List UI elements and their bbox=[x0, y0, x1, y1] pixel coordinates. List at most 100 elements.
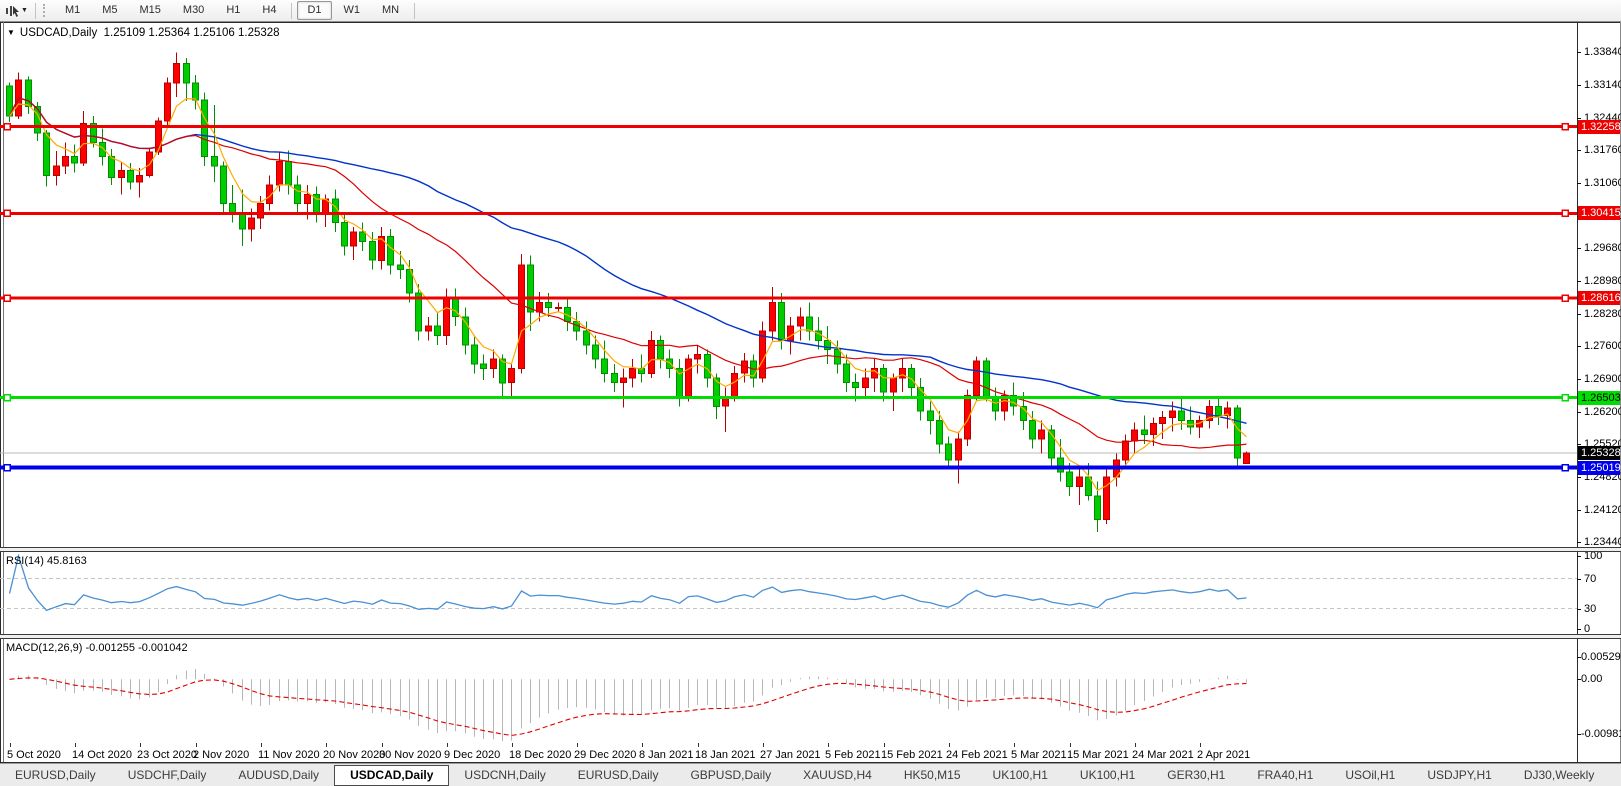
candle-body bbox=[239, 212, 246, 230]
timeframe-button-M30[interactable]: M30 bbox=[173, 1, 214, 20]
candle-body bbox=[601, 358, 608, 374]
panel-splitter[interactable] bbox=[0, 634, 1621, 639]
ohlc-open: 1.25109 bbox=[103, 27, 146, 39]
tab-item-GER30,H1[interactable]: GER30,H1 bbox=[1152, 765, 1240, 786]
tab-item-UK100,H1[interactable]: UK100,H1 bbox=[978, 765, 1063, 786]
tab-item-EURUSD,Daily[interactable]: EURUSD,Daily bbox=[0, 765, 111, 786]
level-handle[interactable] bbox=[1561, 393, 1569, 402]
date-axis-label: 24 Feb 2021 bbox=[946, 749, 1008, 761]
candle-body bbox=[1169, 410, 1176, 419]
date-axis-tick bbox=[196, 743, 197, 747]
candle-body bbox=[704, 353, 711, 379]
ohlc-low: 1.25106 bbox=[193, 27, 235, 39]
rsi-axis-tick-label: 30 bbox=[1584, 603, 1597, 615]
candle-body bbox=[955, 438, 962, 461]
tab-item-AUDUSD,Daily[interactable]: AUDUSD,Daily bbox=[223, 765, 334, 786]
candle-body bbox=[248, 217, 255, 230]
ma-mid-line bbox=[8, 97, 1247, 449]
candle-body bbox=[620, 377, 627, 384]
candle-body bbox=[1038, 429, 1045, 440]
candle-body bbox=[462, 316, 469, 346]
candle-body bbox=[899, 368, 906, 379]
candle-body bbox=[518, 264, 525, 369]
level-handle[interactable] bbox=[1561, 122, 1569, 131]
price-axis-tick-label: 1.28280 bbox=[1584, 308, 1621, 320]
date-axis-label: 9 Dec 2020 bbox=[444, 749, 501, 761]
candle-body bbox=[629, 368, 636, 379]
candle-body bbox=[387, 236, 394, 266]
candle-body bbox=[778, 302, 785, 341]
macd-panel-canvas[interactable] bbox=[0, 639, 1577, 743]
level-handle[interactable] bbox=[3, 122, 11, 131]
candle-body bbox=[443, 297, 450, 337]
date-axis-label: 15 Mar 2021 bbox=[1067, 749, 1129, 761]
rsi-panel-canvas[interactable] bbox=[0, 552, 1577, 634]
candle-body bbox=[136, 174, 143, 183]
timeframe-button-H1[interactable]: H1 bbox=[216, 1, 250, 20]
date-axis-tick bbox=[261, 743, 262, 747]
tab-item-HK50,M15[interactable]: HK50,M15 bbox=[889, 765, 976, 786]
date-axis-tick bbox=[75, 743, 76, 747]
level-handle[interactable] bbox=[1561, 294, 1569, 302]
candle-body bbox=[1066, 471, 1073, 487]
tab-item-USDCHF,Daily[interactable]: USDCHF,Daily bbox=[113, 765, 222, 786]
level-handle[interactable] bbox=[3, 463, 11, 472]
level-handle[interactable] bbox=[1561, 209, 1569, 218]
tab-item-FRA40,H1[interactable]: FRA40,H1 bbox=[1242, 765, 1328, 786]
candle-body bbox=[731, 372, 738, 398]
panel-splitter[interactable] bbox=[0, 547, 1621, 552]
candle-body bbox=[211, 156, 218, 167]
timeframe-button-M5[interactable]: M5 bbox=[92, 1, 127, 20]
main-chart-canvas[interactable] bbox=[0, 22, 1577, 547]
timeframe-button-M1[interactable]: M1 bbox=[55, 1, 90, 20]
timeframe-button-W1[interactable]: W1 bbox=[334, 1, 371, 20]
tab-item-USDCNH,Daily[interactable]: USDCNH,Daily bbox=[449, 765, 560, 786]
timeframe-button-M15[interactable]: M15 bbox=[130, 1, 171, 20]
candle-body bbox=[397, 264, 404, 271]
rsi-axis-tick bbox=[1577, 609, 1581, 610]
date-axis-label: 8 Jan 2021 bbox=[639, 749, 694, 761]
current-price-flag: 1.25328 bbox=[1578, 446, 1621, 460]
toolbar-grip[interactable] bbox=[42, 4, 48, 17]
rsi-axis-tick bbox=[1577, 556, 1581, 557]
ohlc-high: 1.25364 bbox=[148, 27, 190, 39]
date-axis-tick bbox=[1200, 743, 1201, 747]
candle-body bbox=[43, 132, 50, 176]
candle-body bbox=[527, 264, 534, 313]
chart-cursor-icon[interactable] bbox=[3, 3, 21, 19]
tab-item-UK100,H1[interactable]: UK100,H1 bbox=[1065, 765, 1150, 786]
date-axis-label: 30 Nov 2020 bbox=[379, 749, 442, 761]
candle-body bbox=[220, 165, 227, 205]
tab-item-GBPUSD,Daily[interactable]: GBPUSD,Daily bbox=[675, 765, 786, 786]
collapse-triangle-icon[interactable]: ▼ bbox=[7, 28, 15, 37]
tab-item-USOil,H1[interactable]: USOil,H1 bbox=[1330, 765, 1410, 786]
tab-item-USDJPY,H1[interactable]: USDJPY,H1 bbox=[1412, 765, 1506, 786]
level-handle[interactable] bbox=[3, 209, 11, 218]
tab-item-XAUUSD,H4[interactable]: XAUUSD,H4 bbox=[788, 765, 887, 786]
date-axis-tick bbox=[577, 743, 578, 747]
tab-item-EURUSD,Daily[interactable]: EURUSD,Daily bbox=[563, 765, 674, 786]
candle-body bbox=[276, 160, 283, 186]
level-handle[interactable] bbox=[3, 393, 11, 402]
level-handle[interactable] bbox=[1561, 463, 1569, 472]
date-axis-label: 11 Nov 2020 bbox=[258, 749, 320, 761]
dropdown-caret-icon[interactable]: ▼ bbox=[21, 7, 28, 14]
ma-slow-line bbox=[8, 97, 1247, 424]
candle-body bbox=[1234, 407, 1241, 459]
tab-item-USDCAD,Daily[interactable]: USDCAD,Daily bbox=[334, 764, 450, 786]
timeframe-button-D1[interactable]: D1 bbox=[297, 1, 332, 20]
date-axis-tick bbox=[763, 743, 764, 747]
level-handle[interactable] bbox=[3, 294, 11, 302]
rsi-value: 45.8163 bbox=[46, 555, 87, 567]
date-axis-label: 29 Dec 2020 bbox=[574, 749, 637, 761]
symbol-period-label: USDCAD,Daily bbox=[19, 27, 98, 39]
date-axis-tick bbox=[1070, 743, 1071, 747]
level-price-flag: 1.32258 bbox=[1578, 120, 1621, 134]
date-axis-label: 23 Oct 2020 bbox=[137, 749, 197, 761]
tab-item-CHINA300,H1[interactable]: CHINA300,H1 bbox=[1611, 765, 1621, 786]
timeframe-button-H4[interactable]: H4 bbox=[252, 1, 286, 20]
date-axis-label: 18 Jan 2021 bbox=[695, 749, 756, 761]
timeframe-button-MN[interactable]: MN bbox=[372, 1, 409, 20]
macd-axis-tick-label: 0.00 bbox=[1581, 673, 1603, 685]
tab-item-DJ30,Weekly[interactable]: DJ30,Weekly bbox=[1509, 765, 1609, 786]
